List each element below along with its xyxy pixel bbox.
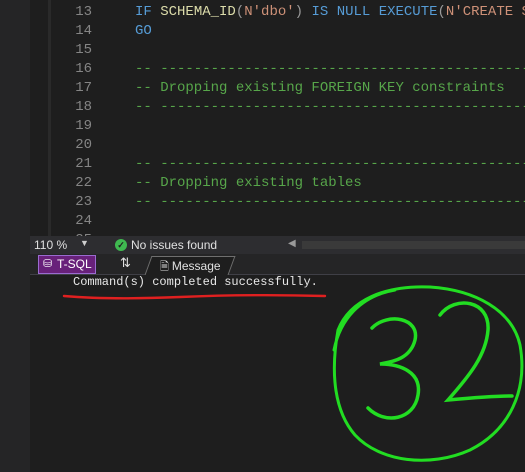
- green-circle: [332, 285, 524, 462]
- digit-three: [366, 317, 421, 420]
- digit-two: [438, 301, 514, 403]
- red-underline: [62, 294, 327, 300]
- annotation-text: 32: [0, 0, 2, 1]
- hand-drawn-annotation: 32: [0, 0, 524, 462]
